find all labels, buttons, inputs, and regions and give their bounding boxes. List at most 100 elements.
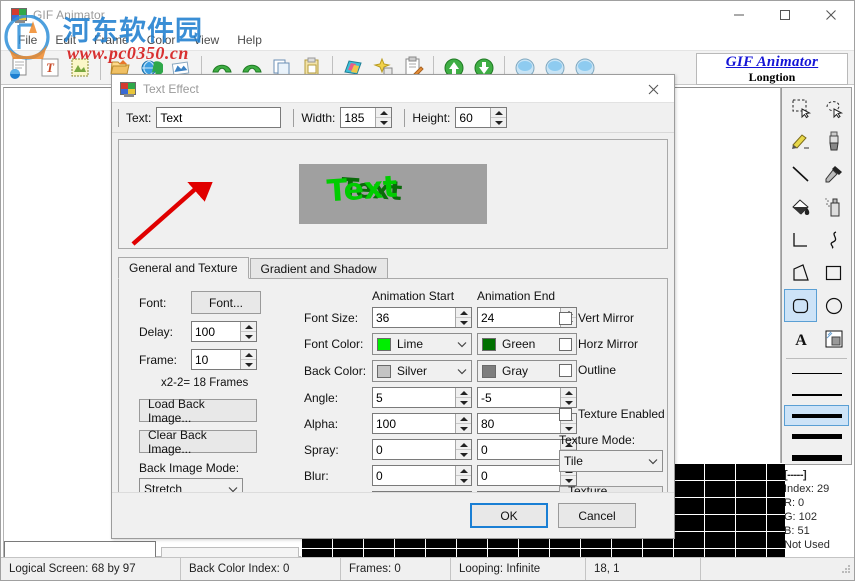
gradient-tool[interactable] xyxy=(817,322,850,355)
menu-help[interactable]: Help xyxy=(228,31,271,49)
frame-stepper[interactable] xyxy=(191,349,257,370)
line-width-1[interactable] xyxy=(784,363,849,384)
palette-color-cell[interactable] xyxy=(457,549,487,557)
spray-end-input[interactable] xyxy=(478,440,560,459)
palette-color-cell[interactable] xyxy=(612,549,642,557)
line-width-5[interactable] xyxy=(784,447,849,468)
font-size-end-input[interactable] xyxy=(478,308,560,327)
rect-select-tool[interactable] xyxy=(784,91,817,124)
palette-color-cell[interactable] xyxy=(426,549,456,557)
palette-color-cell[interactable] xyxy=(674,498,704,514)
tab-general-and-texture[interactable]: General and Texture xyxy=(118,257,249,279)
blur-start-stepper[interactable] xyxy=(372,465,472,486)
palette-color-cell[interactable] xyxy=(736,498,766,514)
outline-checkbox-row[interactable]: Outline xyxy=(559,363,669,377)
texture-enabled-checkbox-row[interactable]: Texture Enabled xyxy=(559,407,669,421)
palette-color-cell[interactable] xyxy=(767,549,785,557)
text-tool[interactable]: A xyxy=(784,322,817,355)
palette-color-cell[interactable] xyxy=(767,515,785,531)
line-tool[interactable] xyxy=(784,157,817,190)
palette-color-cell[interactable] xyxy=(705,532,735,548)
text-effect-icon[interactable]: T xyxy=(36,54,64,82)
texture-mode-select[interactable]: Tile xyxy=(559,450,663,472)
frame-thumbnail-panel[interactable] xyxy=(4,541,156,558)
text-input[interactable] xyxy=(156,107,281,128)
font-button[interactable]: Font... xyxy=(191,291,261,314)
spray-can-tool[interactable] xyxy=(817,190,850,223)
curve-tool[interactable] xyxy=(817,223,850,256)
spray-start-input[interactable] xyxy=(373,440,455,459)
palette-color-cell[interactable] xyxy=(674,515,704,531)
rounded-rect-tool[interactable] xyxy=(784,289,817,322)
menu-edit[interactable]: Edit xyxy=(46,31,85,49)
palette-color-cell[interactable] xyxy=(488,549,518,557)
minimize-button[interactable] xyxy=(716,1,762,29)
blur-end-input[interactable] xyxy=(478,466,560,485)
palette-color-cell[interactable] xyxy=(674,549,704,557)
brush-tool[interactable] xyxy=(817,124,850,157)
font-size-start-input[interactable] xyxy=(373,308,455,327)
font-size-start-stepper[interactable] xyxy=(372,307,472,328)
alpha-start-stepper[interactable] xyxy=(372,413,472,434)
rectangle-tool[interactable] xyxy=(817,256,850,289)
palette-color-cell[interactable] xyxy=(705,464,735,480)
width-stepper[interactable] xyxy=(340,107,392,128)
palette-color-cell[interactable] xyxy=(767,498,785,514)
frame-input[interactable] xyxy=(192,350,240,369)
alpha-start-input[interactable] xyxy=(373,414,455,433)
pencil-tool[interactable] xyxy=(784,124,817,157)
palette-color-cell[interactable] xyxy=(395,549,425,557)
palette-color-cell[interactable] xyxy=(333,549,363,557)
maximize-button[interactable] xyxy=(762,1,808,29)
width-input[interactable] xyxy=(341,108,375,127)
close-button[interactable] xyxy=(808,1,854,29)
delay-stepper[interactable] xyxy=(191,321,257,342)
line-width-3[interactable] xyxy=(784,405,849,426)
alpha-end-input[interactable] xyxy=(478,414,560,433)
height-stepper[interactable] xyxy=(455,107,507,128)
new-document-icon[interactable] xyxy=(6,54,34,82)
palette-color-cell[interactable] xyxy=(767,464,785,480)
angle-end-input[interactable] xyxy=(478,388,560,407)
palette-color-cell[interactable] xyxy=(674,464,704,480)
blur-start-input[interactable] xyxy=(373,466,455,485)
palette-color-cell[interactable] xyxy=(736,515,766,531)
vert-mirror-checkbox-row[interactable]: Vert Mirror xyxy=(559,311,669,325)
clear-back-image-button[interactable]: Clear Back Image... xyxy=(139,430,257,453)
resize-grip-icon[interactable] xyxy=(838,562,852,576)
delay-input[interactable] xyxy=(192,322,240,341)
cancel-button[interactable]: Cancel xyxy=(558,503,636,528)
outline-checkbox[interactable] xyxy=(559,364,572,377)
image-effect-icon[interactable] xyxy=(66,54,94,82)
paint-bucket-tool[interactable] xyxy=(784,190,817,223)
menu-view[interactable]: View xyxy=(184,31,228,49)
menu-frame[interactable]: Frame xyxy=(85,31,138,49)
line-width-2[interactable] xyxy=(784,384,849,405)
palette-color-cell[interactable] xyxy=(674,481,704,497)
palette-color-cell[interactable] xyxy=(705,549,735,557)
palette-color-cell[interactable] xyxy=(705,515,735,531)
horz-mirror-checkbox-row[interactable]: Horz Mirror xyxy=(559,337,669,351)
eyedropper-tool[interactable] xyxy=(817,157,850,190)
dialog-close-button[interactable] xyxy=(632,75,674,103)
menu-file[interactable]: File xyxy=(9,31,46,49)
menu-color[interactable]: Color xyxy=(138,31,185,49)
palette-color-cell[interactable] xyxy=(736,532,766,548)
palette-color-cell[interactable] xyxy=(736,481,766,497)
lasso-select-tool[interactable] xyxy=(817,91,850,124)
ok-button[interactable]: OK xyxy=(470,503,548,528)
palette-color-cell[interactable] xyxy=(550,549,580,557)
palette-color-cell[interactable] xyxy=(674,532,704,548)
tab-gradient-and-shadow[interactable]: Gradient and Shadow xyxy=(250,258,388,279)
font-color-start-select[interactable]: Lime xyxy=(372,333,472,355)
palette-color-cell[interactable] xyxy=(302,549,332,557)
palette-color-cell[interactable] xyxy=(519,549,549,557)
height-input[interactable] xyxy=(456,108,490,127)
palette-color-cell[interactable] xyxy=(736,464,766,480)
polyline-tool[interactable] xyxy=(784,223,817,256)
palette-color-cell[interactable] xyxy=(736,549,766,557)
texture-enabled-checkbox[interactable] xyxy=(559,408,572,421)
load-back-image-button[interactable]: Load Back Image... xyxy=(139,399,257,422)
vert-mirror-checkbox[interactable] xyxy=(559,312,572,325)
ellipse-tool[interactable] xyxy=(817,289,850,322)
